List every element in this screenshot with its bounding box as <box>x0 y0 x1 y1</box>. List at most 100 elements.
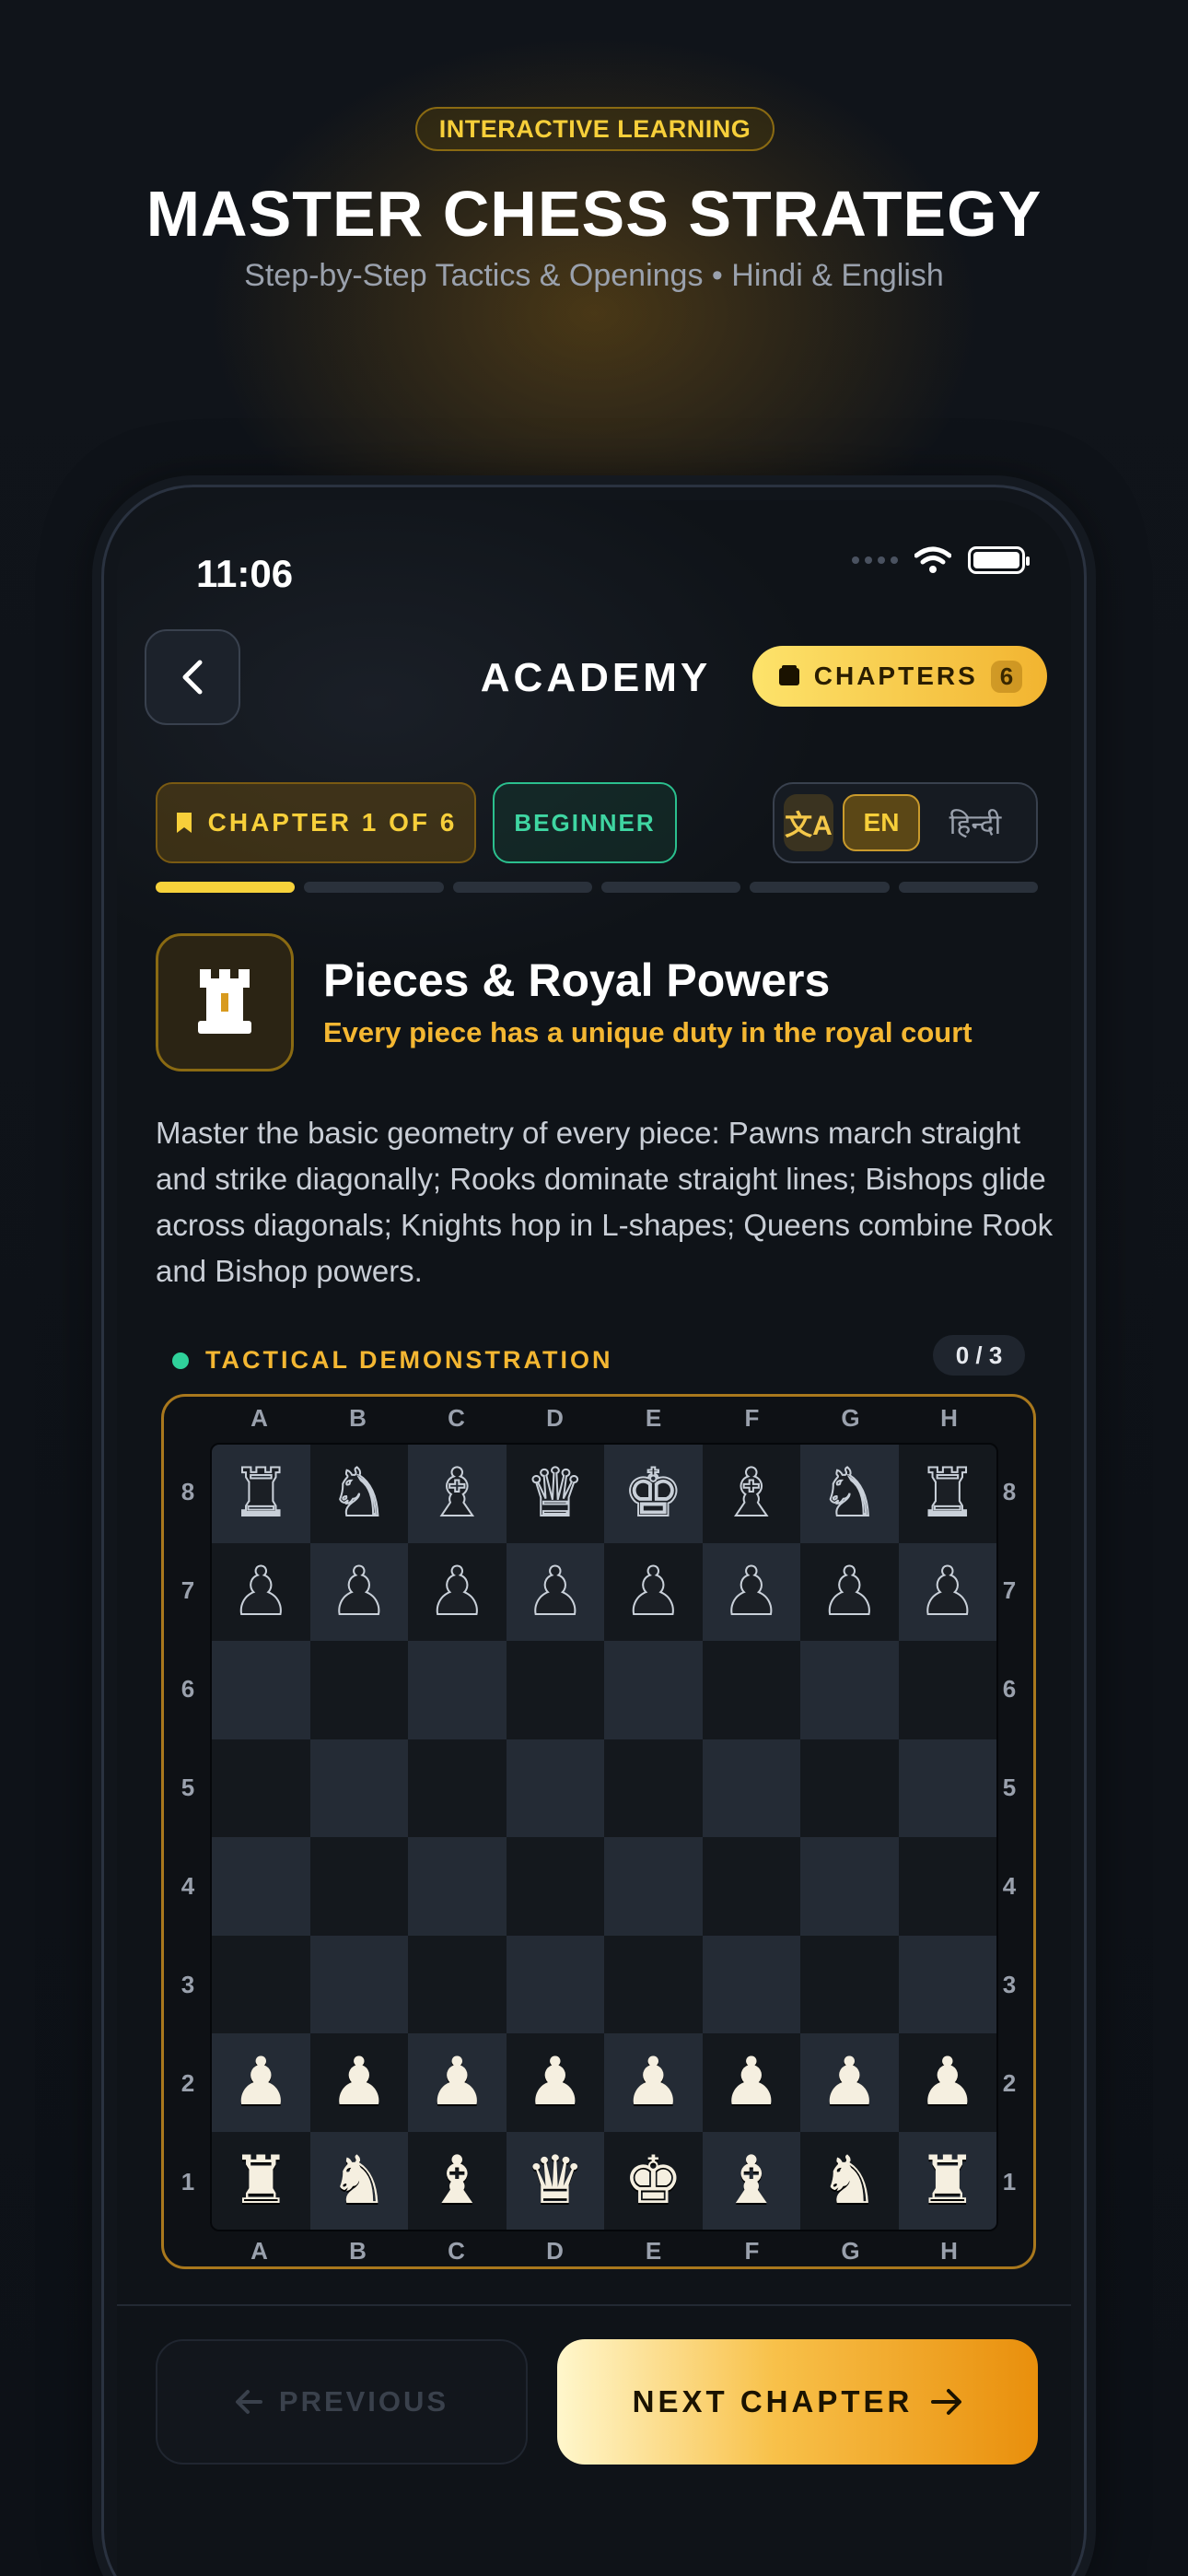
black-rook-icon[interactable]: ♜ <box>916 1459 978 1528</box>
board-square-g7[interactable]: ♟ <box>800 1542 899 1641</box>
board-square-f6[interactable] <box>702 1641 800 1739</box>
white-pawn-icon[interactable]: ♟ <box>231 2049 291 2115</box>
board-square-h8[interactable]: ♜ <box>898 1445 996 1543</box>
board-square-b8[interactable]: ♞ <box>309 1445 408 1543</box>
white-pawn-icon[interactable]: ♟ <box>917 2049 977 2115</box>
board-square-d6[interactable] <box>506 1641 604 1739</box>
white-pawn-icon[interactable]: ♟ <box>820 2049 879 2115</box>
black-pawn-icon[interactable]: ♟ <box>819 1558 880 1626</box>
black-pawn-icon[interactable]: ♟ <box>426 1558 488 1626</box>
board-square-d2[interactable]: ♟ <box>506 2033 604 2132</box>
chapters-button[interactable]: CHAPTERS 6 <box>752 646 1047 707</box>
board-square-h3[interactable] <box>898 1935 996 2033</box>
board-square-d3[interactable] <box>506 1935 604 2033</box>
black-pawn-icon[interactable]: ♟ <box>720 1558 782 1626</box>
white-king-icon[interactable]: ♚ <box>623 2148 683 2214</box>
board-square-b3[interactable] <box>309 1935 408 2033</box>
board-square-b7[interactable]: ♟ <box>309 1542 408 1641</box>
board-square-h4[interactable] <box>898 1837 996 1936</box>
white-knight-icon[interactable]: ♞ <box>820 2148 879 2214</box>
white-knight-icon[interactable]: ♞ <box>329 2148 389 2214</box>
board-square-g1[interactable]: ♞ <box>800 2131 899 2230</box>
board-square-g6[interactable] <box>800 1641 899 1739</box>
board-square-h7[interactable]: ♟ <box>898 1542 996 1641</box>
black-pawn-icon[interactable]: ♟ <box>328 1558 390 1626</box>
board-square-c2[interactable]: ♟ <box>408 2033 507 2132</box>
board-square-b1[interactable]: ♞ <box>309 2131 408 2230</box>
board-square-h6[interactable] <box>898 1641 996 1739</box>
white-rook-icon[interactable]: ♜ <box>917 2148 977 2214</box>
white-rook-icon[interactable]: ♜ <box>231 2148 291 2214</box>
board-square-a4[interactable] <box>212 1837 310 1936</box>
board-square-e3[interactable] <box>604 1935 703 2033</box>
board-square-h1[interactable]: ♜ <box>898 2131 996 2230</box>
board-square-e4[interactable] <box>604 1837 703 1936</box>
board-square-b4[interactable] <box>309 1837 408 1936</box>
white-pawn-icon[interactable]: ♟ <box>525 2049 585 2115</box>
board-square-a7[interactable]: ♟ <box>212 1542 310 1641</box>
board-square-e6[interactable] <box>604 1641 703 1739</box>
board-square-d5[interactable] <box>506 1739 604 1837</box>
white-pawn-icon[interactable]: ♟ <box>329 2049 389 2115</box>
board-square-c3[interactable] <box>408 1935 507 2033</box>
board-square-a1[interactable]: ♜ <box>212 2131 310 2230</box>
board-square-a8[interactable]: ♜ <box>212 1445 310 1543</box>
white-pawn-icon[interactable]: ♟ <box>623 2049 683 2115</box>
board-square-f7[interactable]: ♟ <box>702 1542 800 1641</box>
language-option-en[interactable]: EN <box>843 794 920 851</box>
black-pawn-icon[interactable]: ♟ <box>524 1558 586 1626</box>
board-square-a6[interactable] <box>212 1641 310 1739</box>
board-square-a3[interactable] <box>212 1935 310 2033</box>
board-square-f4[interactable] <box>702 1837 800 1936</box>
black-rook-icon[interactable]: ♜ <box>230 1459 292 1528</box>
board-square-a5[interactable] <box>212 1739 310 1837</box>
board-square-c4[interactable] <box>408 1837 507 1936</box>
white-queen-icon[interactable]: ♛ <box>525 2148 585 2214</box>
board-square-g2[interactable]: ♟ <box>800 2033 899 2132</box>
white-pawn-icon[interactable]: ♟ <box>721 2049 781 2115</box>
board-square-b5[interactable] <box>309 1739 408 1837</box>
board-square-e1[interactable]: ♚ <box>604 2131 703 2230</box>
board-square-h2[interactable]: ♟ <box>898 2033 996 2132</box>
black-knight-icon[interactable]: ♞ <box>819 1459 880 1528</box>
black-bishop-icon[interactable]: ♝ <box>720 1459 782 1528</box>
black-queen-icon[interactable]: ♛ <box>524 1459 586 1528</box>
board-square-g8[interactable]: ♞ <box>800 1445 899 1543</box>
board-square-f3[interactable] <box>702 1935 800 2033</box>
board-square-e5[interactable] <box>604 1739 703 1837</box>
board-square-c8[interactable]: ♝ <box>408 1445 507 1543</box>
white-bishop-icon[interactable]: ♝ <box>427 2148 487 2214</box>
board-square-g4[interactable] <box>800 1837 899 1936</box>
board-square-g3[interactable] <box>800 1935 899 2033</box>
white-bishop-icon[interactable]: ♝ <box>721 2148 781 2214</box>
previous-button[interactable]: PREVIOUS <box>156 2339 528 2465</box>
board-square-b2[interactable]: ♟ <box>309 2033 408 2132</box>
board-square-c6[interactable] <box>408 1641 507 1739</box>
board-square-f2[interactable]: ♟ <box>702 2033 800 2132</box>
board-square-d4[interactable] <box>506 1837 604 1936</box>
black-pawn-icon[interactable]: ♟ <box>230 1558 292 1626</box>
board-square-c5[interactable] <box>408 1739 507 1837</box>
board-square-d7[interactable]: ♟ <box>506 1542 604 1641</box>
board-square-c1[interactable]: ♝ <box>408 2131 507 2230</box>
board-square-b6[interactable] <box>309 1641 408 1739</box>
board-square-d8[interactable]: ♛ <box>506 1445 604 1543</box>
board-square-f1[interactable]: ♝ <box>702 2131 800 2230</box>
white-pawn-icon[interactable]: ♟ <box>427 2049 487 2115</box>
board-square-d1[interactable]: ♛ <box>506 2131 604 2230</box>
board-square-h5[interactable] <box>898 1739 996 1837</box>
black-pawn-icon[interactable]: ♟ <box>623 1558 684 1626</box>
black-pawn-icon[interactable]: ♟ <box>916 1558 978 1626</box>
next-chapter-button[interactable]: NEXT CHAPTER <box>557 2339 1038 2465</box>
board-square-e7[interactable]: ♟ <box>604 1542 703 1641</box>
black-knight-icon[interactable]: ♞ <box>328 1459 390 1528</box>
language-option-hindi[interactable]: हिन्दी <box>929 804 1021 842</box>
board-square-g5[interactable] <box>800 1739 899 1837</box>
board-square-f5[interactable] <box>702 1739 800 1837</box>
board-square-e2[interactable]: ♟ <box>604 2033 703 2132</box>
board-square-a2[interactable]: ♟ <box>212 2033 310 2132</box>
board-square-e8[interactable]: ♚ <box>604 1445 703 1543</box>
board-square-c7[interactable]: ♟ <box>408 1542 507 1641</box>
black-bishop-icon[interactable]: ♝ <box>426 1459 488 1528</box>
back-button[interactable] <box>145 629 240 725</box>
